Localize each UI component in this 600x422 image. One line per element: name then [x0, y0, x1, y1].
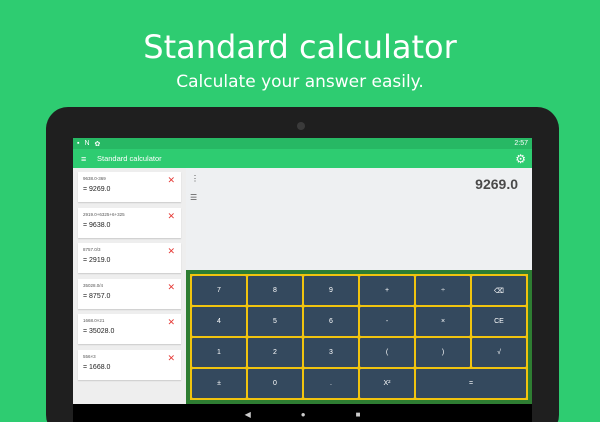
key-sqrt[interactable]: √: [472, 338, 526, 367]
history-item[interactable]: 8757.0/3 = 2919.0 ✕: [78, 243, 181, 273]
status-time: 2:57: [514, 140, 528, 147]
key-clear-entry[interactable]: CE: [472, 307, 526, 336]
key-multiply[interactable]: ×: [416, 307, 470, 336]
history-result: = 2919.0: [83, 257, 111, 264]
key-0[interactable]: 0: [248, 369, 302, 398]
delete-icon[interactable]: ✕: [167, 211, 175, 222]
key-4[interactable]: 4: [192, 307, 246, 336]
menu-icon[interactable]: ≡: [81, 154, 93, 164]
status-icon: N: [84, 139, 90, 147]
app-screen: ▪ N ✿ 2:57 ≡ Standard calculator ⚙ 9638.…: [73, 138, 532, 422]
key-open-paren[interactable]: (: [360, 338, 414, 367]
gear-icon[interactable]: ⚙: [515, 152, 526, 166]
app-bar: ≡ Standard calculator ⚙: [73, 149, 532, 168]
history-expression: 1668.0×21: [83, 318, 105, 323]
result-display: ⋮ ☰ 9269.0: [186, 168, 532, 270]
history-expression: 8757.0/3: [83, 247, 101, 252]
history-item[interactable]: 35028.0/4 = 8757.0 ✕: [78, 278, 181, 309]
history-item[interactable]: 556×3 = 1668.0 ✕: [78, 349, 181, 380]
delete-icon[interactable]: ✕: [167, 175, 175, 186]
keypad: 7 8 9 + ÷ ⌫ 4 5 6 - × CE 1 2 3 ( ) √ ± 0…: [186, 270, 532, 404]
camera-icon: [297, 122, 305, 130]
key-5[interactable]: 5: [248, 307, 302, 336]
key-minus[interactable]: -: [360, 307, 414, 336]
status-icon: ▪: [77, 139, 80, 147]
key-decimal[interactable]: .: [304, 369, 358, 398]
promo-title: Standard calculator: [143, 28, 457, 66]
history-result: = 1668.0: [83, 363, 111, 371]
nav-bar: ◀ ● ■: [73, 404, 532, 422]
history-result: = 35028.0: [83, 328, 115, 335]
history-expression: 2919.0+6325+6+325: [83, 211, 125, 217]
history-result: = 9638.0: [83, 221, 111, 229]
history-item[interactable]: 9638.0-369 = 9269.0 ✕: [78, 172, 181, 202]
more-options-icon[interactable]: ⋮: [191, 175, 199, 183]
key-6[interactable]: 6: [304, 307, 358, 336]
key-1[interactable]: 1: [192, 338, 246, 367]
delete-icon[interactable]: ✕: [167, 246, 175, 257]
key-3[interactable]: 3: [304, 338, 358, 367]
history-expression: 556×3: [83, 353, 96, 359]
tablet-frame: ▪ N ✿ 2:57 ≡ Standard calculator ⚙ 9638.…: [46, 107, 559, 422]
result-value: 9269.0: [475, 176, 518, 192]
history-result: = 8757.0: [83, 292, 111, 300]
key-9[interactable]: 9: [304, 276, 358, 305]
history-list: 9638.0-369 = 9269.0 ✕ 2919.0+6325+6+325 …: [73, 168, 186, 404]
delete-icon[interactable]: ✕: [167, 282, 175, 293]
recents-icon[interactable]: ■: [356, 410, 361, 419]
status-icon: ✿: [94, 140, 101, 148]
key-2[interactable]: 2: [248, 338, 302, 367]
key-8[interactable]: 8: [248, 276, 302, 305]
backspace-icon[interactable]: ⌫: [472, 276, 526, 305]
key-equals[interactable]: =: [416, 369, 526, 398]
key-square[interactable]: X²: [360, 369, 414, 398]
promo-subtitle: Calculate your answer easily.: [176, 72, 424, 92]
status-bar: ▪ N ✿ 2:57: [73, 138, 532, 149]
history-item[interactable]: 1668.0×21 = 35028.0 ✕: [78, 314, 181, 344]
key-close-paren[interactable]: ): [416, 338, 470, 367]
delete-icon[interactable]: ✕: [167, 353, 175, 364]
home-icon[interactable]: ●: [301, 410, 306, 419]
back-icon[interactable]: ◀: [245, 410, 251, 419]
key-7[interactable]: 7: [192, 276, 246, 305]
key-plus-minus[interactable]: ±: [192, 369, 246, 398]
key-divide[interactable]: ÷: [416, 276, 470, 305]
history-toggle-icon[interactable]: ☰: [190, 193, 197, 202]
history-result: = 9269.0: [83, 186, 111, 193]
key-plus[interactable]: +: [360, 276, 414, 305]
history-expression: 35028.0/4: [83, 282, 104, 288]
delete-icon[interactable]: ✕: [167, 317, 175, 328]
history-item[interactable]: 2919.0+6325+6+325 = 9638.0 ✕: [78, 207, 181, 238]
app-title: Standard calculator: [97, 154, 162, 163]
history-expression: 9638.0-369: [83, 176, 106, 181]
